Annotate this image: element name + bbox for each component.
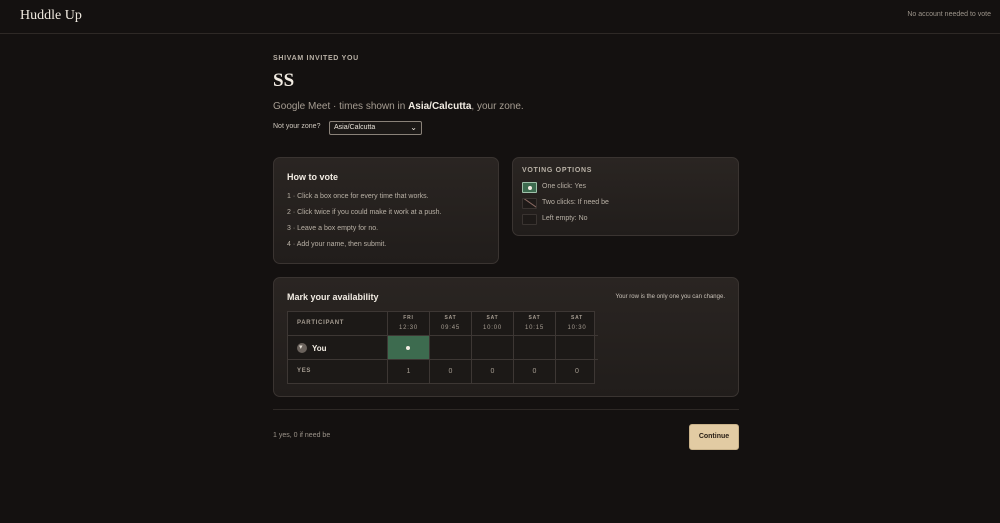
availability-card: Mark your availability Your row is the o… bbox=[273, 277, 739, 397]
no-account-note: No account needed to vote bbox=[907, 11, 991, 18]
event-title: SS bbox=[273, 70, 295, 91]
total-cell: 0 bbox=[556, 360, 598, 384]
chevron-down-icon: ⌄ bbox=[410, 123, 417, 132]
participant-header-label: PARTICIPANT bbox=[297, 320, 345, 326]
slot-header: FRI 12:30 bbox=[388, 312, 430, 336]
availability-slot[interactable] bbox=[514, 336, 556, 360]
slot-day: SAT bbox=[486, 315, 499, 321]
subtitle-zone: Asia/Calcutta bbox=[408, 101, 472, 112]
slot-header: SAT 10:00 bbox=[472, 312, 514, 336]
subtitle-prefix: Google Meet · times shown in bbox=[273, 101, 409, 112]
empty-swatch-icon bbox=[522, 214, 537, 225]
total-value: 1 bbox=[406, 368, 411, 375]
total-cell: 1 bbox=[388, 360, 430, 384]
brand-logo[interactable]: Huddle Up bbox=[20, 8, 82, 24]
availability-grid: PARTICIPANT FRI 12:30 SAT 09:45 SAT 10:00 S… bbox=[287, 311, 598, 384]
slot-time: 10:00 bbox=[482, 325, 502, 331]
slot-time: 09:45 bbox=[440, 325, 460, 331]
voting-option-label: Two clicks: If need be bbox=[542, 199, 609, 206]
yes-dot-icon bbox=[406, 346, 410, 350]
vote-summary: 1 yes, 0 if need be bbox=[273, 432, 331, 439]
availability-slot[interactable] bbox=[556, 336, 598, 360]
if-need-be-swatch-icon bbox=[522, 198, 537, 209]
voting-options-title: VOTING OPTIONS bbox=[522, 167, 593, 174]
slot-time: 12:30 bbox=[398, 325, 418, 331]
timezone-select[interactable]: Asia/Calcutta ⌄ bbox=[329, 121, 422, 135]
availability-slot[interactable] bbox=[430, 336, 472, 360]
collapse-toggle-icon[interactable]: ▾ bbox=[297, 343, 307, 353]
total-value: 0 bbox=[575, 368, 579, 375]
voting-options-card: VOTING OPTIONS One click: Yes Two clicks… bbox=[512, 157, 739, 236]
slot-time: 10:30 bbox=[567, 325, 587, 331]
how-to-step: 2 · Click twice if you could make it wor… bbox=[287, 209, 442, 216]
slot-header: SAT 09:45 bbox=[430, 312, 472, 336]
zone-picker-label: Not your zone? bbox=[273, 123, 321, 130]
slot-day: SAT bbox=[444, 315, 457, 321]
total-cell: 0 bbox=[472, 360, 514, 384]
total-cell: 0 bbox=[514, 360, 556, 384]
how-to-step: 1 · Click a box once for every time that… bbox=[287, 193, 429, 200]
top-bar: Huddle Up No account needed to vote bbox=[0, 0, 1000, 34]
participant-name: You bbox=[312, 344, 327, 353]
how-to-vote-card: How to vote 1 · Click a box once for eve… bbox=[273, 157, 499, 264]
how-to-step: 4 · Add your name, then submit. bbox=[287, 241, 387, 248]
availability-note: Your row is the only one you can change. bbox=[615, 294, 725, 300]
availability-title: Mark your availability bbox=[287, 292, 379, 302]
slot-day: SAT bbox=[570, 315, 584, 321]
participant-header: PARTICIPANT bbox=[288, 312, 388, 336]
slot-header: SAT 10:15 bbox=[514, 312, 556, 336]
availability-slot[interactable] bbox=[472, 336, 514, 360]
timezone-select-value: Asia/Calcutta bbox=[334, 124, 376, 131]
subtitle-suffix: , your zone. bbox=[471, 101, 524, 112]
total-value: 0 bbox=[532, 368, 537, 375]
event-subtitle: Google Meet · times shown in Asia/Calcut… bbox=[273, 101, 524, 112]
how-to-vote-title: How to vote bbox=[287, 172, 338, 182]
slot-day: SAT bbox=[528, 315, 541, 321]
footer-divider bbox=[273, 409, 739, 410]
voting-option-label: One click: Yes bbox=[542, 183, 586, 190]
totals-label: YES bbox=[297, 368, 312, 374]
invited-by-label: SHIVAM INVITED YOU bbox=[273, 55, 359, 62]
total-cell: 0 bbox=[430, 360, 472, 384]
total-value: 0 bbox=[448, 368, 453, 375]
slot-day: FRI bbox=[403, 315, 414, 321]
availability-slot[interactable] bbox=[388, 336, 430, 360]
slot-header: SAT 10:30 bbox=[556, 312, 598, 336]
slot-time: 10:15 bbox=[524, 325, 544, 331]
voting-option-label: Left empty: No bbox=[542, 215, 588, 222]
continue-button[interactable]: Continue bbox=[689, 424, 739, 450]
how-to-step: 3 · Leave a box empty for no. bbox=[287, 225, 379, 232]
total-value: 0 bbox=[490, 368, 495, 375]
participant-you: ▾ You bbox=[288, 336, 388, 360]
yes-swatch-icon bbox=[522, 182, 537, 193]
totals-label-cell: YES bbox=[288, 360, 388, 384]
